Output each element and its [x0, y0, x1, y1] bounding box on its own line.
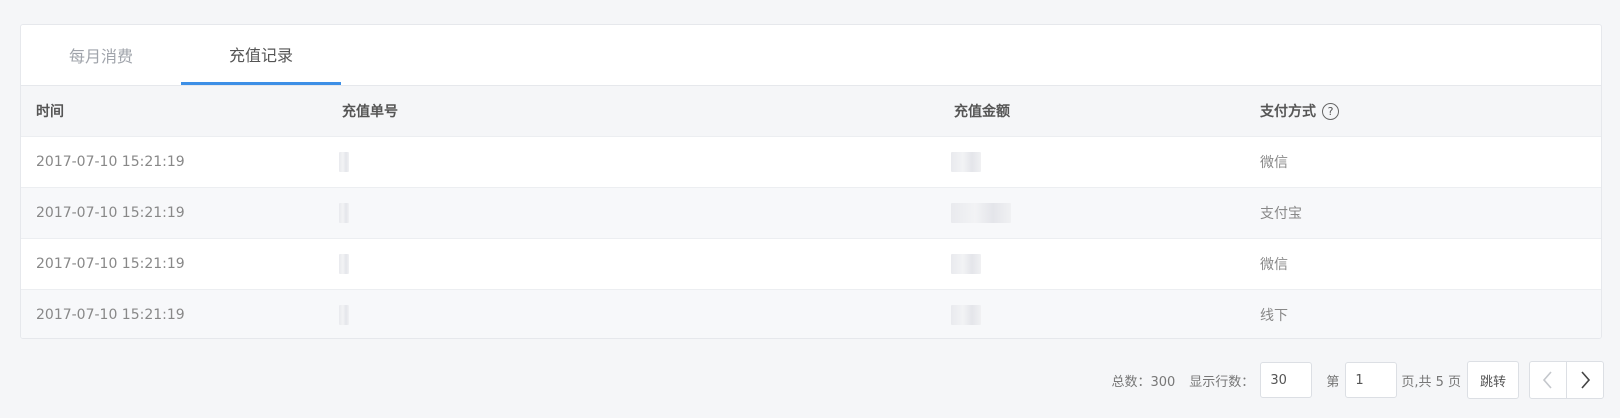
redacted-block [339, 253, 349, 274]
next-page-button[interactable] [1566, 362, 1603, 398]
redacted-block [339, 151, 349, 172]
recharge-table: 时间 充值单号 充值金额 支付方式? 2017-07-10 15:21:19 微… [21, 86, 1601, 338]
total-count: 总数：300 [1111, 374, 1176, 390]
column-header-amount: 充值金额 [954, 103, 1010, 120]
table-row: 2017-07-10 15:21:19 微信 [21, 238, 1601, 289]
jump-button[interactable]: 跳转 [1467, 361, 1519, 399]
rows-per-page-label: 显示行数： [1189, 374, 1255, 390]
tab-recharge-records[interactable]: 充值记录 [181, 25, 341, 85]
column-header-order-no: 充值单号 [342, 103, 398, 120]
cell-time: 2017-07-10 15:21:19 [36, 204, 185, 221]
cell-payment-method: 支付宝 [1260, 205, 1302, 222]
cell-payment-method: 微信 [1260, 256, 1288, 273]
tab-monthly-consumption[interactable]: 每月消费 [21, 25, 181, 85]
chevron-left-icon [1542, 371, 1552, 389]
cell-order-no-redacted [327, 136, 939, 187]
cell-time: 2017-07-10 15:21:19 [36, 255, 185, 272]
table-row: 2017-07-10 15:21:19 线下 [21, 289, 1601, 338]
redacted-block [951, 253, 981, 274]
redacted-block [951, 151, 981, 172]
redacted-block [951, 304, 981, 325]
cell-order-no-redacted [327, 289, 939, 338]
pagination: 总数：300 显示行数： 第 页,共 5 页 跳转 [1111, 361, 1604, 399]
rows-per-page-input[interactable] [1260, 362, 1313, 398]
column-header-time: 时间 [36, 103, 64, 120]
cell-time: 2017-07-10 15:21:19 [36, 306, 185, 323]
question-circle-icon[interactable]: ? [1322, 103, 1339, 121]
cell-payment-method: 线下 [1260, 307, 1288, 324]
cell-amount-redacted [939, 289, 1245, 338]
cell-payment-method: 微信 [1260, 154, 1288, 171]
redacted-block [339, 304, 349, 325]
redacted-block [339, 202, 349, 223]
page-prefix-label: 第 [1326, 374, 1340, 390]
records-card: 每月消费 充值记录 时间 充值单号 充值金额 支付方式? 2017-07-10 … [20, 24, 1602, 339]
cell-amount-redacted [939, 187, 1245, 238]
cell-amount-redacted [939, 136, 1245, 187]
prev-page-button[interactable] [1530, 362, 1566, 398]
cell-order-no-redacted [327, 187, 939, 238]
tab-bar: 每月消费 充值记录 [21, 25, 1601, 86]
table-row: 2017-07-10 15:21:19 微信 [21, 136, 1601, 187]
table-header-row: 时间 充值单号 充值金额 支付方式? [21, 86, 1601, 136]
column-header-payment-method-label: 支付方式 [1260, 103, 1316, 120]
table-row: 2017-07-10 15:21:19 支付宝 [21, 187, 1601, 238]
page-nav-group [1529, 361, 1604, 399]
column-header-payment-method: 支付方式? [1245, 86, 1601, 136]
cell-amount-redacted [939, 238, 1245, 289]
redacted-block [951, 202, 1011, 223]
cell-time: 2017-07-10 15:21:19 [36, 153, 185, 170]
page-number-input[interactable] [1345, 362, 1398, 398]
chevron-right-icon [1581, 371, 1591, 389]
page-total-label: 页,共 5 页 [1401, 374, 1461, 390]
cell-order-no-redacted [327, 238, 939, 289]
